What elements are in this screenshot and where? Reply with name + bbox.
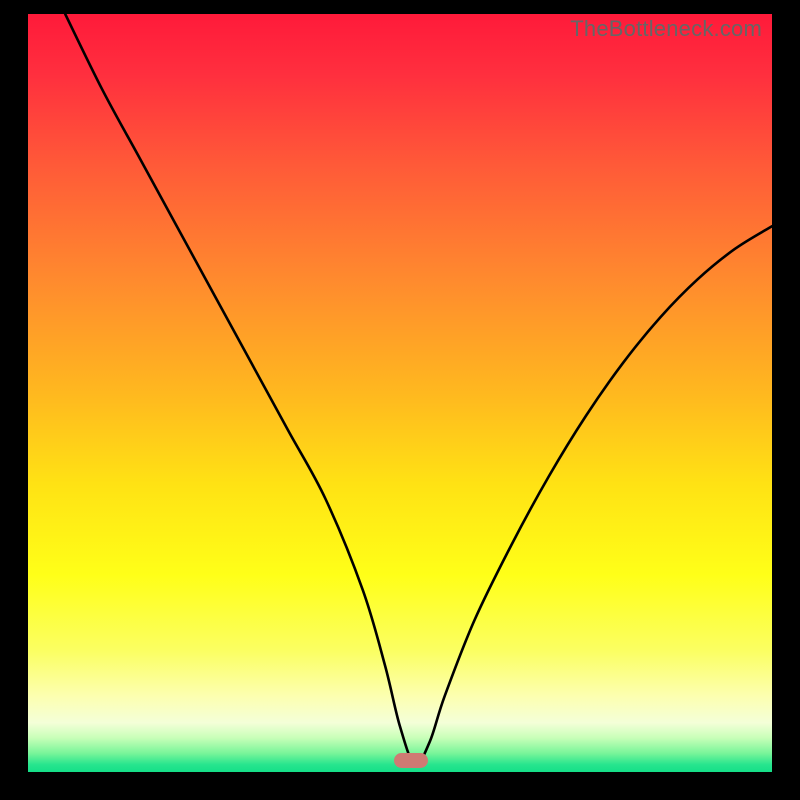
plot-frame: TheBottleneck.com bbox=[14, 0, 786, 786]
optimum-marker bbox=[394, 753, 428, 768]
bottleneck-curve bbox=[28, 14, 772, 772]
plot-area: TheBottleneck.com bbox=[28, 14, 772, 772]
chart-stage: TheBottleneck.com bbox=[0, 0, 800, 800]
watermark-label: TheBottleneck.com bbox=[570, 16, 762, 42]
